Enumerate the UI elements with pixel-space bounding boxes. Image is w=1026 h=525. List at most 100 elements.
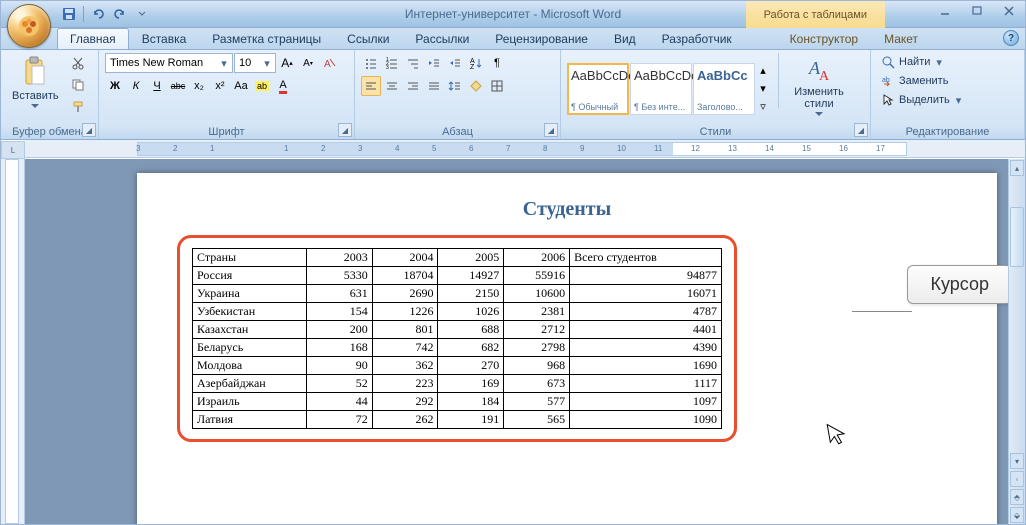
table-cell[interactable]: Молдова (193, 357, 307, 375)
change-styles-button[interactable]: AA Изменить стили (787, 53, 851, 124)
copy-button[interactable] (68, 75, 88, 95)
table-cell[interactable]: 1226 (372, 303, 438, 321)
bold-button[interactable]: Ж (105, 76, 125, 96)
prev-page-button[interactable]: ⬘ (1010, 489, 1024, 505)
replace-button[interactable]: ab Заменить (877, 72, 1018, 90)
styles-dialog-launcher[interactable]: ◢ (854, 123, 868, 137)
table-row[interactable]: Латвия722621915651090 (193, 411, 722, 429)
change-case-button[interactable]: Aa (231, 76, 251, 96)
tab-home[interactable]: Главная (57, 28, 129, 49)
align-right-button[interactable] (403, 76, 423, 96)
line-spacing-button[interactable] (445, 76, 465, 96)
paragraph-dialog-launcher[interactable]: ◢ (544, 123, 558, 137)
tab-view[interactable]: Вид (601, 28, 649, 49)
undo-button[interactable] (88, 4, 108, 24)
align-center-button[interactable] (382, 76, 402, 96)
grow-font-button[interactable]: A▴ (277, 53, 297, 73)
table-cell[interactable]: Азербайджан (193, 375, 307, 393)
table-cell[interactable]: 5330 (306, 267, 372, 285)
table-cell[interactable]: 55916 (504, 267, 570, 285)
ruler-corner[interactable]: L (1, 141, 25, 159)
table-cell[interactable]: 4390 (570, 339, 722, 357)
table-cell[interactable]: 52 (306, 375, 372, 393)
shrink-font-button[interactable]: A▾ (298, 53, 318, 73)
align-left-button[interactable] (361, 76, 381, 96)
table-cell[interactable]: 90 (306, 357, 372, 375)
table-cell[interactable]: 1117 (570, 375, 722, 393)
browse-object-button[interactable]: ◦ (1010, 471, 1024, 487)
table-cell[interactable]: 168 (306, 339, 372, 357)
table-cell[interactable]: 362 (372, 357, 438, 375)
help-button[interactable]: ? (1003, 30, 1019, 46)
maximize-button[interactable] (965, 3, 989, 19)
table-row[interactable]: Казахстан20080168827124401 (193, 321, 722, 339)
table-cell[interactable]: 673 (504, 375, 570, 393)
strike-button[interactable]: abc (168, 76, 188, 96)
justify-button[interactable] (424, 76, 444, 96)
tab-review[interactable]: Рецензирование (482, 28, 601, 49)
table-cell[interactable]: Украина (193, 285, 307, 303)
table-cell[interactable]: 44 (306, 393, 372, 411)
gallery-up-button[interactable]: ▴ (756, 63, 770, 79)
table-cell[interactable]: 631 (306, 285, 372, 303)
borders-button[interactable] (487, 76, 507, 96)
students-table[interactable]: Страны2003200420052006Всего студентовРос… (192, 248, 722, 429)
find-button[interactable]: Найти▾ (877, 53, 1018, 71)
qat-dropdown[interactable] (132, 4, 152, 24)
horizontal-ruler[interactable]: 3211234567891011121314151617 (25, 140, 1025, 158)
scroll-thumb[interactable] (1010, 207, 1024, 267)
underline-button[interactable]: Ч (147, 76, 167, 96)
style-gallery[interactable]: AaBbCcDc ¶ Обычный AaBbCcDc ¶ Без инте..… (567, 53, 770, 124)
table-cell[interactable]: Беларусь (193, 339, 307, 357)
indent-right-button[interactable] (445, 53, 465, 73)
table-cell[interactable]: 801 (372, 321, 438, 339)
table-cell[interactable]: 1026 (438, 303, 504, 321)
clear-format-button[interactable]: A (319, 53, 339, 73)
table-cell[interactable]: 4787 (570, 303, 722, 321)
table-cell[interactable]: Латвия (193, 411, 307, 429)
table-cell[interactable]: 14927 (438, 267, 504, 285)
table-cell[interactable]: 1690 (570, 357, 722, 375)
table-header-cell[interactable]: Всего студентов (570, 249, 722, 267)
table-row[interactable]: Узбекистан1541226102623814787 (193, 303, 722, 321)
style-heading1[interactable]: AaBbCc Заголово... (693, 63, 755, 115)
scroll-down-button[interactable]: ▾ (1010, 453, 1024, 469)
sort-button[interactable]: AZ (466, 53, 486, 73)
table-cell[interactable]: 1090 (570, 411, 722, 429)
table-row[interactable]: Израиль442921845771097 (193, 393, 722, 411)
tab-page-layout[interactable]: Разметка страницы (199, 28, 334, 49)
highlight-button[interactable]: ab (252, 76, 272, 96)
table-cell[interactable]: 4401 (570, 321, 722, 339)
table-header-cell[interactable]: 2005 (438, 249, 504, 267)
table-cell[interactable]: 565 (504, 411, 570, 429)
clipboard-dialog-launcher[interactable]: ◢ (82, 123, 96, 137)
save-button[interactable] (59, 4, 79, 24)
table-cell[interactable]: Россия (193, 267, 307, 285)
table-cell[interactable]: 2381 (504, 303, 570, 321)
select-button[interactable]: Выделить▾ (877, 91, 1018, 109)
close-button[interactable] (997, 3, 1021, 19)
table-cell[interactable]: 742 (372, 339, 438, 357)
table-cell[interactable]: 682 (438, 339, 504, 357)
table-cell[interactable]: 16071 (570, 285, 722, 303)
table-cell[interactable]: 688 (438, 321, 504, 339)
table-cell[interactable]: 292 (372, 393, 438, 411)
table-cell[interactable]: 270 (438, 357, 504, 375)
table-cell[interactable]: 968 (504, 357, 570, 375)
minimize-button[interactable] (933, 3, 957, 19)
shading-button[interactable] (466, 76, 486, 96)
tab-references[interactable]: Ссылки (334, 28, 402, 49)
font-dialog-launcher[interactable]: ◢ (338, 123, 352, 137)
page-viewport[interactable]: Студенты Страны2003200420052006Всего сту… (25, 159, 1008, 524)
table-cell[interactable]: 2150 (438, 285, 504, 303)
indent-left-button[interactable] (424, 53, 444, 73)
table-cell[interactable]: 184 (438, 393, 504, 411)
table-cell[interactable]: 191 (438, 411, 504, 429)
table-header-cell[interactable]: Страны (193, 249, 307, 267)
show-marks-button[interactable]: ¶ (487, 53, 507, 73)
superscript-button[interactable]: x² (210, 76, 230, 96)
tab-insert[interactable]: Вставка (129, 28, 200, 49)
table-cell[interactable]: 577 (504, 393, 570, 411)
scroll-up-button[interactable]: ▴ (1010, 160, 1024, 176)
format-painter-button[interactable] (68, 97, 88, 117)
